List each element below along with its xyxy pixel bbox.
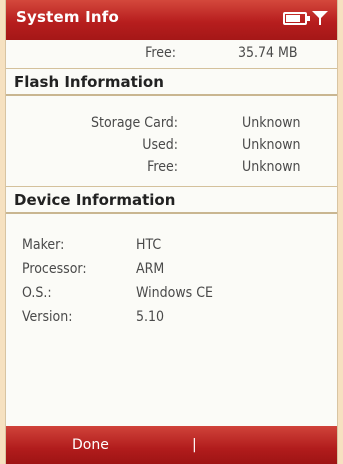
memory-free-value: 35.74 MB	[238, 45, 298, 61]
device-row-label: Processor:	[22, 261, 87, 277]
info-content[interactable]: Free: 35.74 MB Flash Information Storage…	[6, 40, 337, 426]
device-row-label: O.S.:	[22, 285, 52, 301]
flash-row-value: Unknown	[242, 159, 301, 175]
window-title: System Info	[16, 8, 119, 26]
flash-row-value: Unknown	[242, 115, 301, 131]
flash-row-label: Free:	[147, 159, 178, 175]
device-row-label: Version:	[22, 309, 73, 325]
flash-row-value: Unknown	[242, 137, 301, 153]
softkey-separator: |	[192, 437, 197, 453]
flash-row-label: Storage Card:	[91, 115, 178, 131]
flash-heading: Flash Information	[14, 73, 164, 91]
battery-icon[interactable]	[283, 11, 310, 25]
device-row-value: 5.10	[136, 309, 165, 325]
device-row-value: Windows CE	[136, 285, 213, 301]
device-screen: System Info Free: 35.74 MB Flash Informa…	[6, 0, 337, 464]
status-icons[interactable]	[283, 9, 329, 27]
device-row-label: Maker:	[22, 237, 65, 253]
section-flash-information: Flash Information	[6, 68, 337, 96]
done-softkey[interactable]: Done	[72, 437, 109, 453]
device-row-value: HTC	[136, 237, 162, 253]
signal-icon[interactable]	[311, 10, 329, 26]
flash-row-label: Used:	[142, 137, 178, 153]
section-device-information: Device Information	[6, 186, 337, 214]
title-bar: System Info	[6, 0, 337, 40]
softkey-bar: Done |	[6, 426, 337, 464]
memory-free-label: Free:	[145, 45, 176, 61]
device-row-value: ARM	[136, 261, 165, 277]
device-heading: Device Information	[14, 191, 176, 209]
